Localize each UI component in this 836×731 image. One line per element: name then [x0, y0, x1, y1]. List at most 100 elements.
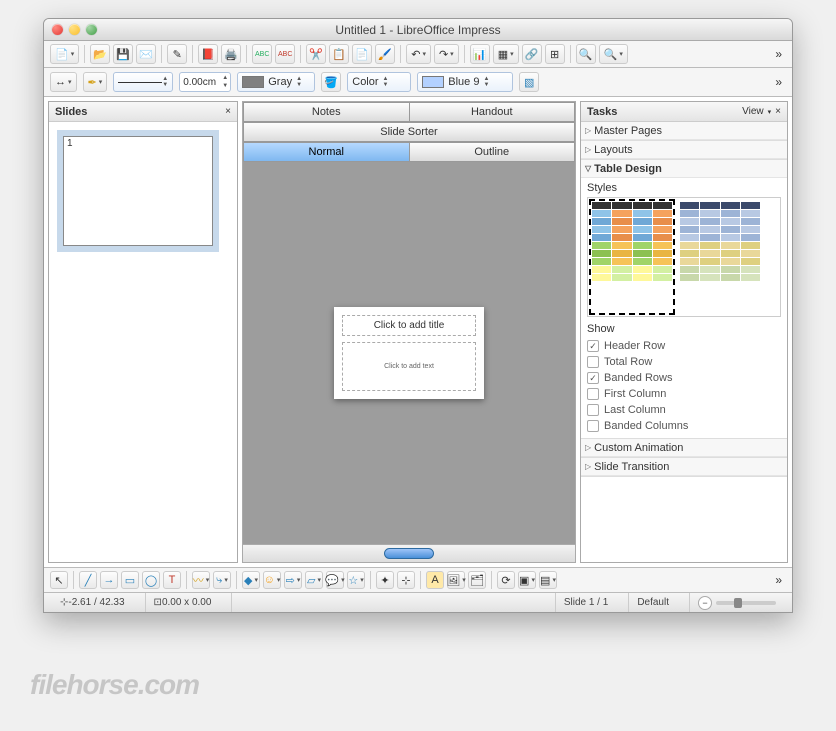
chart-button[interactable]: 📊	[470, 44, 490, 64]
arrange-button[interactable]: ▤▾	[539, 571, 557, 589]
show-label: Show	[587, 323, 781, 335]
text-tool[interactable]: T	[163, 571, 181, 589]
scrollbar-thumb[interactable]	[384, 548, 434, 559]
zoom-button[interactable]: 🔍▾	[599, 44, 628, 64]
check-last-column[interactable]: Last Column	[587, 402, 781, 418]
zoom-control[interactable]: −	[689, 593, 784, 612]
connector-tool[interactable]: ⤷▾	[213, 571, 231, 589]
area-color-combo[interactable]: Gray▲▼	[237, 72, 315, 92]
status-position: ⊹ -2.61 / 42.33	[52, 593, 133, 612]
copy-button[interactable]: 📋	[329, 44, 349, 64]
section-layouts[interactable]: ▷Layouts	[581, 141, 787, 159]
open-button[interactable]: 📂	[90, 44, 110, 64]
line-style-combo[interactable]: ▲▼	[113, 72, 173, 92]
arrow-tool[interactable]: →	[100, 571, 118, 589]
stars-tool[interactable]: ☆▾	[347, 571, 365, 589]
tab-outline[interactable]: Outline	[410, 142, 576, 162]
slide-canvas: Click to add title Click to add text	[334, 307, 484, 399]
export-pdf-button[interactable]: 📕	[198, 44, 218, 64]
gallery-button[interactable]: 🗂	[468, 571, 486, 589]
section-slide-transition[interactable]: ▷Slide Transition	[581, 458, 787, 476]
zoom-page-button[interactable]: 🔍	[576, 44, 596, 64]
tasks-panel-header: Tasks View ▾ ×	[581, 102, 787, 122]
curve-tool[interactable]: 〰▾	[192, 571, 210, 589]
flowchart-tool[interactable]: ▱▾	[305, 571, 323, 589]
edit-mode-button[interactable]: ✎	[167, 44, 187, 64]
cut-button[interactable]: ✂️	[306, 44, 326, 64]
from-file-button[interactable]: 🖼▾	[447, 571, 465, 589]
block-arrows-tool[interactable]: ⇨▾	[284, 571, 302, 589]
standard-toolbar: 📄▾ 📂 💾 ✉️ ✎ 📕 🖨️ ABC ABC ✂️ 📋 📄 🖌️ ↶▾ ↷▾…	[44, 41, 792, 68]
undo-button[interactable]: ↶▾	[406, 44, 431, 64]
body-placeholder[interactable]: Click to add text	[342, 342, 476, 391]
spellcheck-button[interactable]: ABC	[252, 44, 272, 64]
drawing-toolbar-overflow[interactable]: »	[771, 573, 786, 587]
auto-spellcheck-button[interactable]: ABC	[275, 44, 295, 64]
section-custom-animation[interactable]: ▷Custom Animation	[581, 439, 787, 457]
redo-button[interactable]: ↷▾	[434, 44, 459, 64]
tasks-panel-close-button[interactable]: ×	[775, 106, 781, 117]
check-first-column[interactable]: First Column	[587, 386, 781, 402]
slides-panel-close-button[interactable]: ×	[225, 106, 231, 117]
table-button[interactable]: ▦▾	[493, 44, 519, 64]
align-button[interactable]: ▣▾	[518, 571, 536, 589]
styles-label: Styles	[587, 182, 781, 194]
paste-button[interactable]: 📄	[352, 44, 372, 64]
section-table-design[interactable]: ▽Table Design	[581, 160, 787, 178]
check-header-row[interactable]: ✓Header Row	[587, 338, 781, 354]
check-banded-columns[interactable]: Banded Columns	[587, 418, 781, 434]
zoom-out-button[interactable]: −	[698, 596, 712, 610]
shadow-button[interactable]: ▧	[519, 72, 539, 92]
basic-shapes-tool[interactable]: ◆▾	[242, 571, 260, 589]
fill-color-combo[interactable]: Blue 9▲▼	[417, 72, 513, 92]
print-button[interactable]: 🖨️	[221, 44, 241, 64]
slides-list[interactable]: 1	[49, 122, 237, 562]
tab-notes[interactable]: Notes	[243, 102, 410, 122]
toolbar2-overflow-button[interactable]: »	[771, 75, 786, 89]
fill-bucket-button[interactable]: 🪣	[321, 72, 341, 92]
view-tabs-row1: Notes Handout	[243, 102, 575, 122]
status-page-style[interactable]: Default	[628, 593, 677, 612]
line-width-spinner[interactable]: 0.00cm▲▼	[179, 72, 231, 92]
email-button[interactable]: ✉️	[136, 44, 156, 64]
arrow-style-button[interactable]: ↔▾	[50, 72, 77, 92]
toolbar-overflow-button[interactable]: »	[771, 47, 786, 61]
tab-normal[interactable]: Normal	[243, 142, 410, 162]
tab-handout[interactable]: Handout	[410, 102, 576, 122]
fill-type-combo[interactable]: Color▲▼	[347, 72, 411, 92]
check-banded-rows[interactable]: ✓Banded Rows	[587, 370, 781, 386]
hyperlink-button[interactable]: 🔗	[522, 44, 542, 64]
rectangle-tool[interactable]: ▭	[121, 571, 139, 589]
title-placeholder[interactable]: Click to add title	[342, 315, 476, 336]
slides-panel-title: Slides	[55, 106, 87, 118]
format-paintbrush-button[interactable]: 🖌️	[375, 44, 395, 64]
tasks-view-menu[interactable]: View	[742, 106, 764, 117]
window-title: Untitled 1 - LibreOffice Impress	[44, 23, 792, 37]
slides-panel-header: Slides ×	[49, 102, 237, 122]
navigator-button[interactable]: ⊞	[545, 44, 565, 64]
view-tabs-row3: Normal Outline	[243, 142, 575, 162]
slide-thumbnail-selected[interactable]: 1	[57, 130, 219, 252]
symbol-shapes-tool[interactable]: ☺▾	[263, 571, 281, 589]
section-master-pages[interactable]: ▷Master Pages	[581, 122, 787, 140]
check-total-row[interactable]: Total Row	[587, 354, 781, 370]
edit-points-tool[interactable]: ✦	[376, 571, 394, 589]
slide-thumbnail: 1	[63, 136, 213, 246]
fontwork-button[interactable]: A	[426, 571, 444, 589]
table-style-2[interactable]	[680, 202, 760, 312]
horizontal-scrollbar[interactable]	[243, 544, 575, 562]
save-button[interactable]: 💾	[113, 44, 133, 64]
callouts-tool[interactable]: 💬▾	[326, 571, 344, 589]
new-document-button[interactable]: 📄▾	[50, 44, 79, 64]
line-tool[interactable]: ╱	[79, 571, 97, 589]
table-style-1[interactable]	[592, 202, 672, 312]
select-tool[interactable]: ↖	[50, 571, 68, 589]
glue-points-tool[interactable]: ⊹	[397, 571, 415, 589]
slide-number: 1	[67, 138, 73, 149]
slide-edit-area[interactable]: Click to add title Click to add text	[243, 162, 575, 544]
ellipse-tool[interactable]: ◯	[142, 571, 160, 589]
rotate-button[interactable]: ⟳	[497, 571, 515, 589]
line-endings-button[interactable]: ✒▾	[83, 72, 108, 92]
tab-slide-sorter[interactable]: Slide Sorter	[243, 122, 575, 142]
zoom-slider[interactable]	[716, 601, 776, 605]
